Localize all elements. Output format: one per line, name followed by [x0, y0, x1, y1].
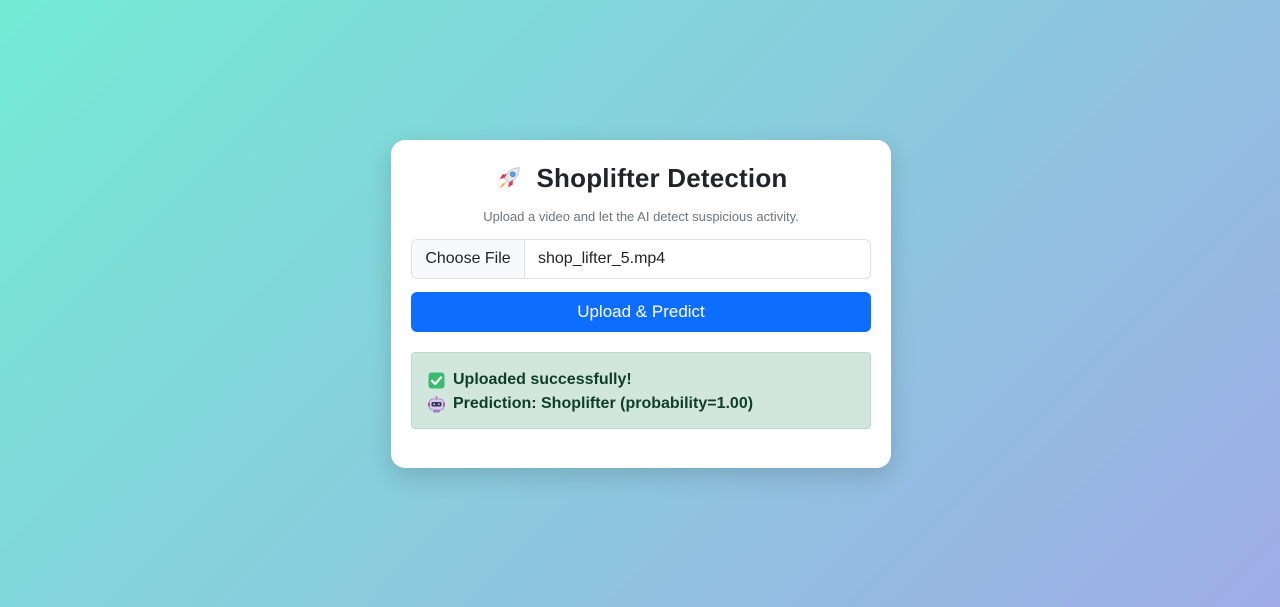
upload-card: Shoplifter Detection Upload a video and … — [391, 140, 891, 468]
selected-file-name: shop_lifter_5.mp4 — [538, 250, 666, 267]
file-input[interactable]: Choose File shop_lifter_5.mp4 — [411, 239, 871, 279]
status-text: Uploaded successfully! — [453, 371, 632, 388]
upload-predict-button[interactable]: Upload & Predict — [411, 292, 871, 332]
page-title: Shoplifter Detection — [536, 162, 788, 193]
prediction-line: Prediction: Shoplifter (probability=1.00… — [428, 392, 854, 416]
choose-file-button[interactable]: Choose File — [412, 240, 525, 278]
robot-icon — [428, 395, 445, 413]
status-line: Uploaded successfully! — [428, 368, 854, 392]
result-alert: Uploaded successfully! Prediction: Shopl… — [411, 352, 871, 429]
page-subtitle: Upload a video and let the AI detect sus… — [483, 209, 799, 224]
title-row: Shoplifter Detection — [411, 162, 871, 194]
prediction-text: Prediction: Shoplifter (probability=1.00… — [453, 395, 754, 412]
check-box-icon — [428, 372, 445, 389]
rocket-icon — [494, 163, 524, 193]
